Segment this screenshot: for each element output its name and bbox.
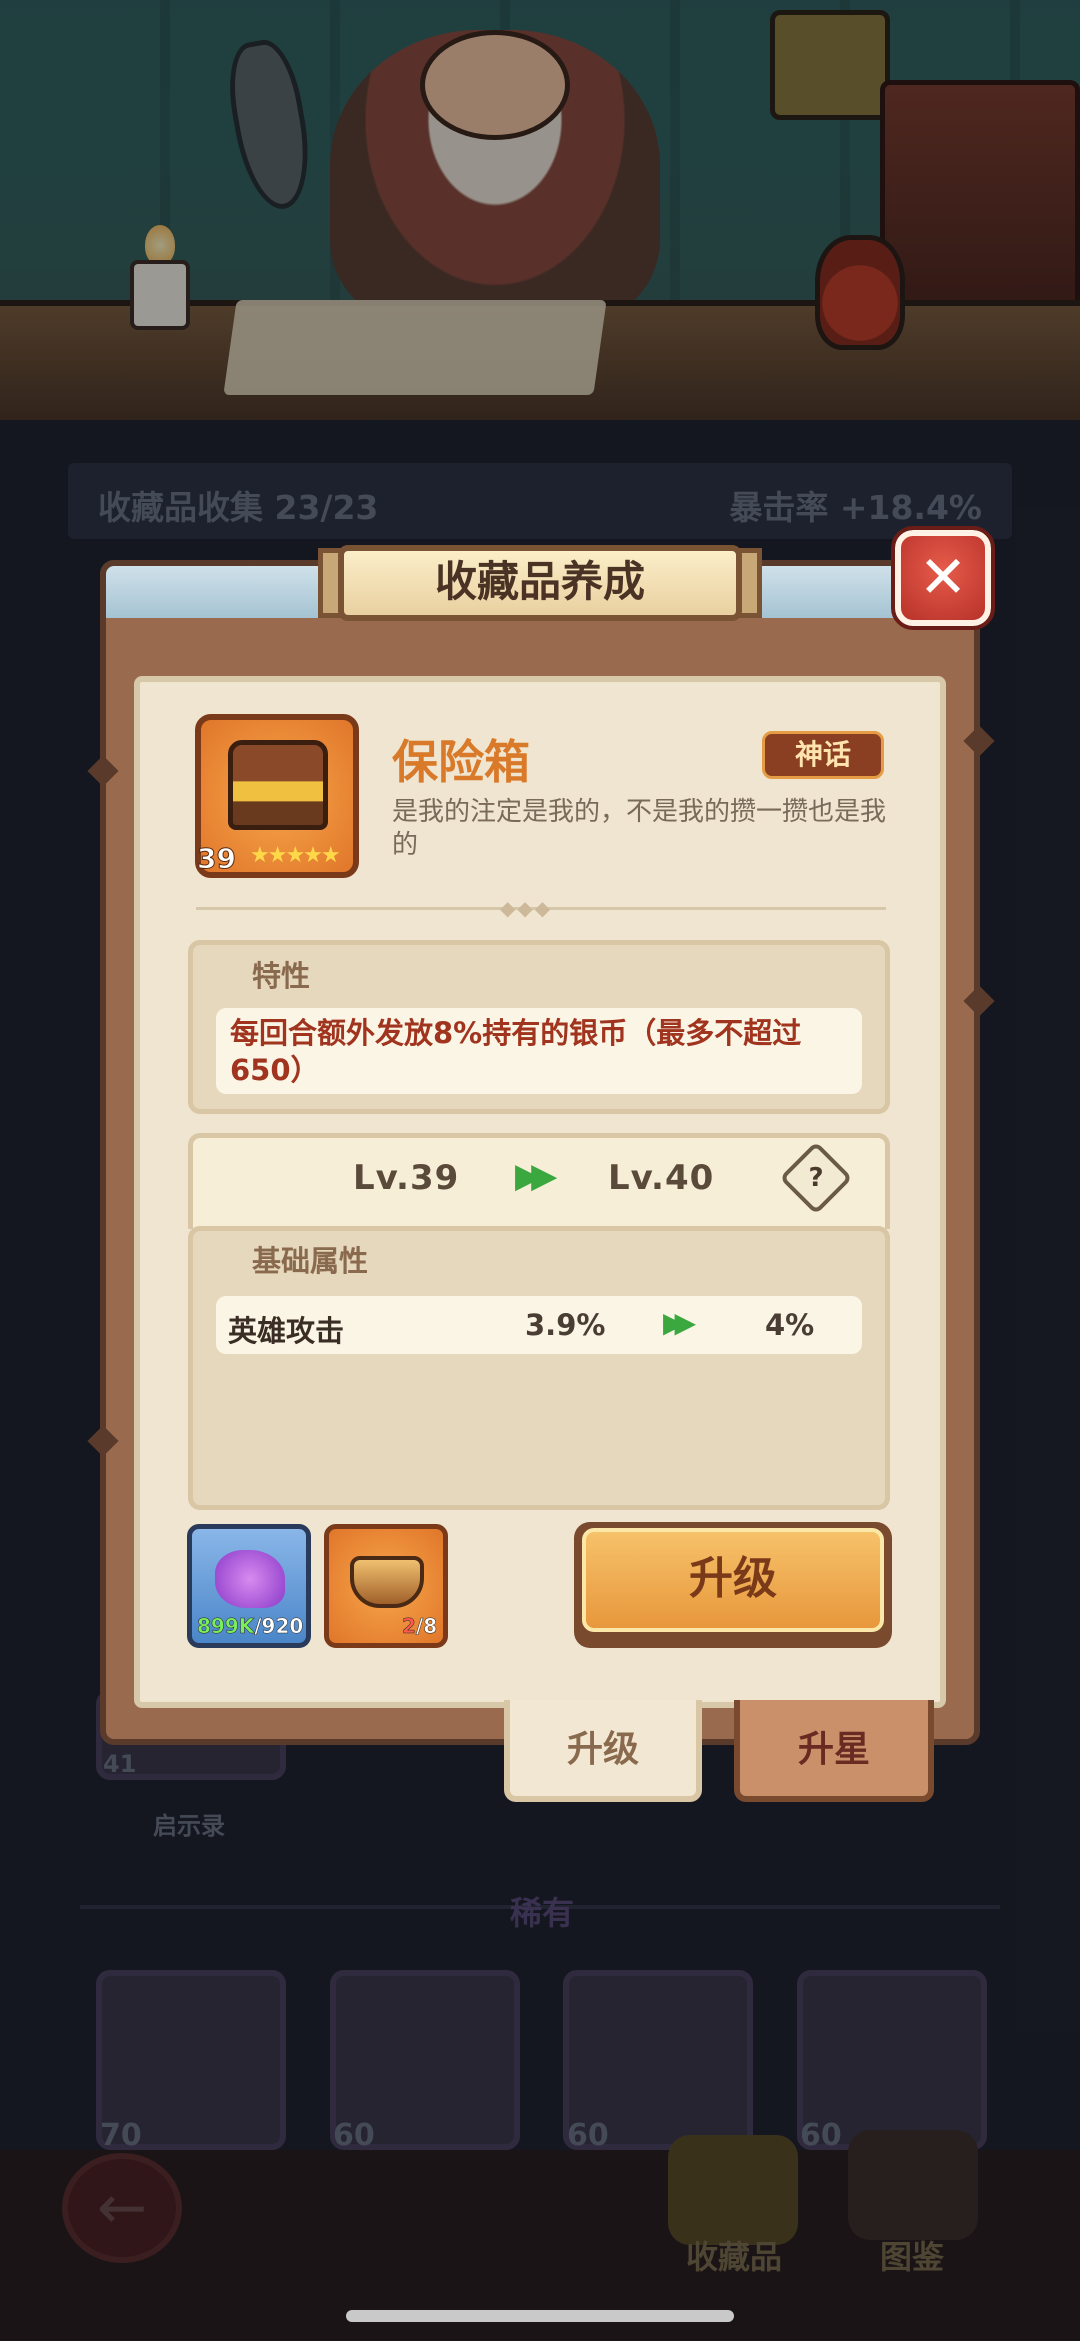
home-indicator[interactable]: [346, 2310, 734, 2322]
upgrade-button-label: 升级: [689, 1553, 777, 1604]
close-button[interactable]: ✕: [891, 526, 995, 630]
modal-title: 收藏品养成: [434, 557, 645, 606]
tab-upgrade-label: 升级: [566, 1729, 639, 1770]
stat-arrow-icon: ▶▶: [663, 1306, 696, 1339]
level-arrow-icon: ▶▶: [515, 1156, 557, 1196]
stat-next-value: 4%: [765, 1308, 815, 1342]
close-icon: ✕: [918, 543, 968, 611]
trait-title: 特性: [252, 959, 311, 993]
safe-chest-icon: [228, 740, 328, 830]
stat-label: 英雄攻击: [228, 1314, 345, 1348]
item-level: 39: [197, 842, 237, 876]
rarity-badge-label: 神话: [794, 738, 851, 771]
rarity-badge: 神话: [762, 731, 884, 779]
material-owned-count: 2: [402, 1614, 416, 1639]
stat-current-value: 3.9%: [525, 1308, 606, 1342]
base-stats-title: 基础属性: [252, 1244, 369, 1278]
upgrade-button[interactable]: 升级: [574, 1522, 892, 1648]
material-owned-count: 899K: [197, 1614, 255, 1639]
upgrade-button-face: 升级: [582, 1528, 884, 1632]
item-name: 保险箱: [392, 735, 530, 789]
current-level: Lv.39: [353, 1158, 460, 1198]
modal-title-banner: 收藏品养成: [338, 545, 742, 621]
item-star-rating: ★★★★★: [250, 843, 341, 868]
tab-star-up[interactable]: 升星: [734, 1700, 934, 1802]
next-level: Lv.40: [608, 1158, 715, 1198]
wooden-bowl-icon: [350, 1556, 424, 1608]
divider-ornament: ◆◆◆: [500, 896, 553, 920]
material-required-count: /920: [254, 1614, 304, 1639]
tab-star-up-label: 升星: [797, 1729, 870, 1770]
purple-crystal-icon: [215, 1550, 285, 1608]
tab-upgrade[interactable]: 升级: [504, 1700, 702, 1802]
material-required-count: /8: [415, 1614, 438, 1639]
item-description: 是我的注定是我的，不是我的攒一攒也是我的: [392, 797, 887, 860]
trait-description: 每回合额外发放8%持有的银币（最多不超过650）: [230, 1016, 802, 1087]
help-icon: ?: [808, 1163, 824, 1193]
